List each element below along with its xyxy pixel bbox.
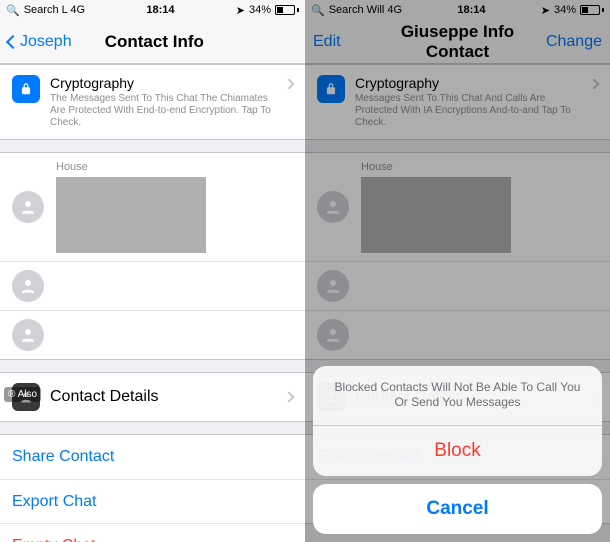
participant-row[interactable]: House xyxy=(305,153,610,261)
location-icon: ➤ xyxy=(541,4,550,17)
map-thumbnail[interactable] xyxy=(56,177,206,253)
battery-icon xyxy=(580,5,604,15)
lock-icon xyxy=(317,75,345,103)
avatar-icon xyxy=(317,319,349,351)
avatar-icon xyxy=(317,191,349,223)
lock-icon xyxy=(12,75,40,103)
encryption-sub: Messages Sent To This Chat And Calls Are… xyxy=(355,93,590,129)
status-bar: 🔍 Search L 4G 18:14 ➤ 34% xyxy=(0,0,305,20)
status-bar: 🔍 Search Will 4G 18:14 ➤ 34% xyxy=(305,0,610,20)
encryption-row[interactable]: Cryptography Messages Sent To This Chat … xyxy=(305,65,610,139)
house-label: House xyxy=(361,161,511,173)
back-button[interactable]: Joseph xyxy=(8,33,72,51)
contact-icon xyxy=(12,383,40,411)
empty-chat-button[interactable]: Empty Chat xyxy=(0,523,305,542)
page-title: Giuseppe Info Contact xyxy=(373,22,542,62)
change-button[interactable]: Change xyxy=(542,33,602,51)
chevron-right-icon xyxy=(285,388,293,406)
encryption-title: Cryptography xyxy=(355,75,590,91)
nav-bar: Edit Giuseppe Info Contact Change xyxy=(305,20,610,64)
back-button[interactable]: Edit xyxy=(313,33,373,51)
battery-pct: 34% xyxy=(554,4,576,16)
house-label: House xyxy=(56,161,206,173)
battery-pct: 34% xyxy=(249,4,271,16)
page-title: Contact Info xyxy=(72,32,237,52)
back-label: Joseph xyxy=(20,33,72,51)
participant-row[interactable] xyxy=(0,310,305,359)
avatar-icon xyxy=(12,270,44,302)
block-button[interactable]: Block xyxy=(313,425,602,476)
carrier-label: Search L 4G xyxy=(24,4,85,16)
cancel-button[interactable]: Cancel xyxy=(313,484,602,534)
content-scroll[interactable]: Cryptography The Messages Sent To This C… xyxy=(0,64,305,542)
sheet-message: Blocked Contacts Will Not Be Able To Cal… xyxy=(313,366,602,425)
chevron-left-icon xyxy=(6,34,20,48)
export-chat-button[interactable]: Export Chat xyxy=(0,479,305,523)
search-icon: 🔍 xyxy=(311,4,325,17)
back-label: Edit xyxy=(313,33,341,51)
encryption-title: Cryptography xyxy=(50,75,285,91)
participant-row[interactable]: House xyxy=(0,153,305,261)
encryption-row[interactable]: Cryptography The Messages Sent To This C… xyxy=(0,65,305,139)
share-contact-button[interactable]: Share Contact xyxy=(0,435,305,479)
participant-row[interactable] xyxy=(305,310,610,359)
chevron-right-icon xyxy=(285,75,293,93)
clock: 18:14 xyxy=(146,4,174,16)
chevron-right-icon xyxy=(590,75,598,93)
left-pane: 🔍 Search L 4G 18:14 ➤ 34% Joseph Contact… xyxy=(0,0,305,542)
nav-bar: Joseph Contact Info xyxy=(0,20,305,64)
clock: 18:14 xyxy=(457,4,485,16)
battery-icon xyxy=(275,5,299,15)
participant-row[interactable] xyxy=(0,261,305,310)
contact-details-row[interactable]: Contact Details xyxy=(0,373,305,421)
contact-details-label: Contact Details xyxy=(50,388,159,406)
location-icon: ➤ xyxy=(236,4,245,17)
carrier-label: Search Will 4G xyxy=(329,4,402,16)
search-icon: 🔍 xyxy=(6,4,20,17)
participant-row[interactable] xyxy=(305,261,610,310)
avatar-icon xyxy=(12,319,44,351)
avatar-icon xyxy=(12,191,44,223)
map-thumbnail[interactable] xyxy=(361,177,511,253)
encryption-sub: The Messages Sent To This Chat The Chiam… xyxy=(50,93,285,129)
avatar-icon xyxy=(317,270,349,302)
